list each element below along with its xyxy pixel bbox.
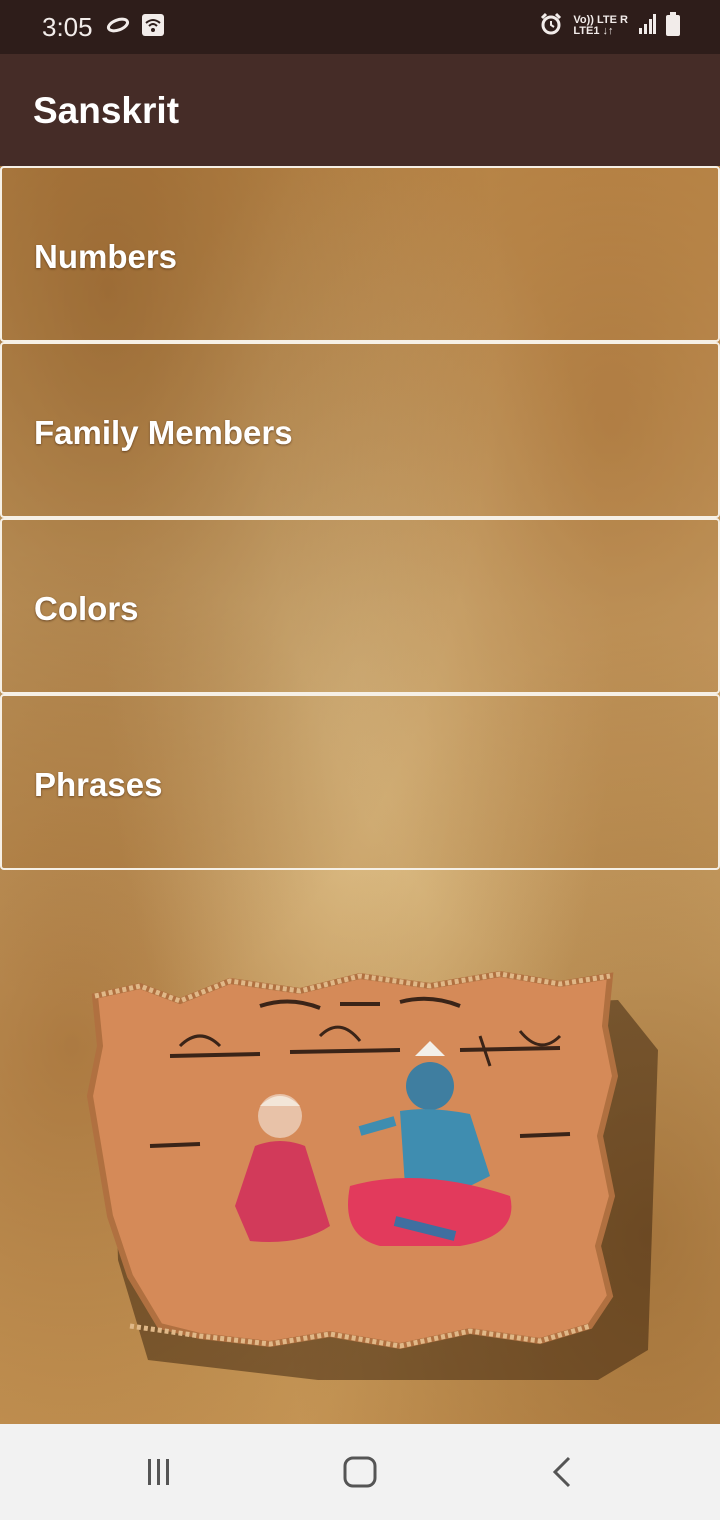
menu-item-label: Family Members [34,414,293,451]
home-button[interactable] [340,1454,380,1490]
battery-icon [666,12,680,39]
status-left-icons [106,14,164,41]
menu-item-label: Phrases [34,766,163,803]
network-line-1: Vo)) LTE R [573,13,628,26]
status-right-icons: Vo)) LTE R LTE1 ↓↑ [539,12,680,39]
menu-item-family-members[interactable]: Family Members [0,342,720,518]
status-bar: 3:05 Vo)) LTE R LTE1 ↓↑ [0,0,720,54]
network-indicator: Vo)) LTE R LTE1 ↓↑ [573,13,628,37]
wifi-icon [142,14,164,41]
menu-item-colors[interactable]: Colors [0,518,720,694]
content-area: Numbers Family Members Colors Phrases [0,166,720,1424]
recent-apps-icon [148,1459,169,1485]
category-menu: Numbers Family Members Colors Phrases [0,166,720,870]
navigation-bar [0,1424,720,1520]
menu-item-numbers[interactable]: Numbers [0,166,720,342]
alarm-icon [539,12,563,39]
menu-item-label: Numbers [34,238,178,275]
manuscript-illustration [0,946,720,1406]
status-time: 3:05 [42,12,93,42]
recent-apps-button[interactable] [138,1454,178,1490]
menu-item-phrases[interactable]: Phrases [0,694,720,870]
menu-item-label: Colors [34,590,139,627]
app-bar: Sanskrit [0,54,720,166]
home-icon [343,1456,377,1488]
network-line-2: LTE1 ↓↑ [573,24,614,37]
back-icon [552,1456,571,1488]
app-title: Sanskrit [33,90,180,131]
sync-icon [106,17,130,38]
signal-icon [638,14,656,37]
back-button[interactable] [542,1454,582,1490]
